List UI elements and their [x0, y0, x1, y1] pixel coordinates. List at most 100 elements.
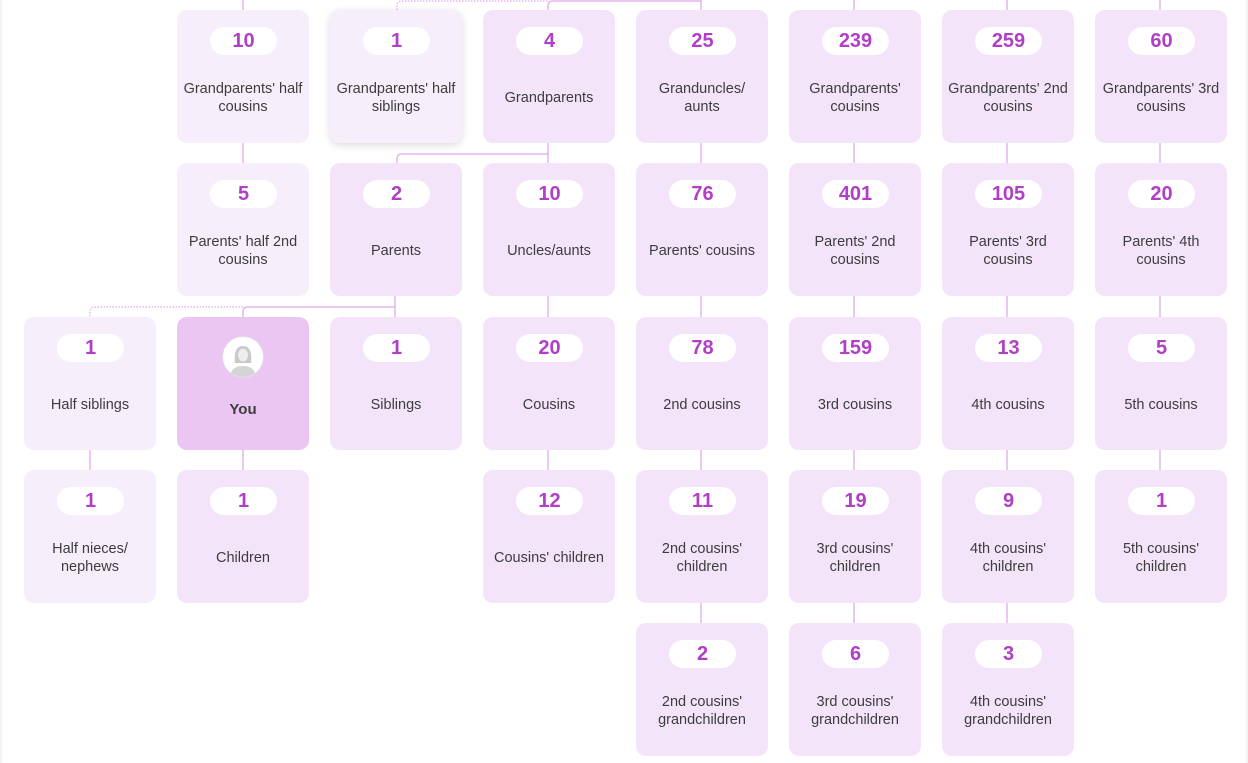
count-badge: 11 — [669, 487, 736, 515]
relationship-label: Parents' cousins — [649, 243, 755, 259]
count-badge: 9 — [975, 487, 1042, 515]
card-children[interactable]: 1 Children — [177, 470, 309, 603]
card-2nd-cousins[interactable]: 78 2nd cousins — [636, 317, 768, 450]
user-avatar-icon — [222, 336, 264, 378]
relationship-label: 5th cousins' children — [1122, 541, 1200, 575]
relationship-label: Half nieces/ nephews — [52, 541, 128, 575]
relationship-label: Siblings — [370, 397, 422, 413]
count-badge: 401 — [822, 180, 889, 208]
count-badge: 20 — [516, 334, 583, 362]
count-badge: 105 — [975, 180, 1042, 208]
count-badge: 25 — [669, 27, 736, 55]
relationship-label: 3rd cousins' grandchildren — [811, 694, 899, 728]
count-badge: 20 — [1128, 180, 1195, 208]
count-badge: 5 — [210, 180, 277, 208]
card-grandparents-3rd-cousins[interactable]: 60 Grandparents' 3rd cousins — [1095, 10, 1227, 143]
relationship-label: Grandparents' half siblings — [336, 81, 456, 115]
card-grandparents-half-cousins[interactable]: 10 Grandparents' half cousins — [177, 10, 309, 143]
count-badge: 6 — [822, 640, 889, 668]
connector-line — [396, 143, 549, 163]
card-grandparents-cousins[interactable]: 239 Grandparents' cousins — [789, 10, 921, 143]
count-badge: 4 — [516, 27, 583, 55]
connector-line — [547, 0, 701, 10]
card-parents-2nd-cousins[interactable]: 401 Parents' 2nd cousins — [789, 163, 921, 296]
card-you[interactable]: You — [177, 317, 309, 450]
card-2nd-cousins-grandchildren[interactable]: 2 2nd cousins' grandchildren — [636, 623, 768, 756]
relationship-label: 2nd cousins — [663, 397, 741, 413]
count-badge: 13 — [975, 334, 1042, 362]
relationship-label: Parents — [371, 243, 421, 259]
card-4th-cousins-children[interactable]: 9 4th cousins' children — [942, 470, 1074, 603]
count-badge: 12 — [516, 487, 583, 515]
card-parents-half-2nd-cousins[interactable]: 5 Parents' half 2nd cousins — [177, 163, 309, 296]
count-badge: 76 — [669, 180, 736, 208]
relationship-label: Parents' 4th cousins — [1122, 234, 1200, 268]
card-parents-3rd-cousins[interactable]: 105 Parents' 3rd cousins — [942, 163, 1074, 296]
card-4th-cousins-grandchildren[interactable]: 3 4th cousins' grandchildren — [942, 623, 1074, 756]
relationship-label: 2nd cousins' children — [661, 541, 743, 575]
relationship-label: 4th cousins' children — [969, 541, 1047, 575]
count-badge: 60 — [1128, 27, 1195, 55]
relationship-label: Grandparents' half cousins — [183, 81, 303, 115]
card-grandparents-2nd-cousins[interactable]: 259 Grandparents' 2nd cousins — [942, 10, 1074, 143]
count-badge: 1 — [1128, 487, 1195, 515]
connector-dotted-line — [396, 0, 548, 10]
left-edge-border — [0, 0, 2, 763]
count-badge: 1 — [57, 334, 124, 362]
count-badge: 239 — [822, 27, 889, 55]
card-parents-cousins[interactable]: 76 Parents' cousins — [636, 163, 768, 296]
card-3rd-cousins[interactable]: 159 3rd cousins — [789, 317, 921, 450]
count-badge: 10 — [210, 27, 277, 55]
card-granduncles-aunts[interactable]: 25 Granduncles/ aunts — [636, 10, 768, 143]
card-parents-4th-cousins[interactable]: 20 Parents' 4th cousins — [1095, 163, 1227, 296]
count-badge: 1 — [210, 487, 277, 515]
card-cousins[interactable]: 20 Cousins — [483, 317, 615, 450]
relationship-label: Half siblings — [50, 397, 130, 413]
count-badge: 5 — [1128, 334, 1195, 362]
card-half-nieces-nephews[interactable]: 1 Half nieces/ nephews — [24, 470, 156, 603]
relationship-label: Cousins' children — [494, 550, 604, 566]
card-uncles-aunts[interactable]: 10 Uncles/aunts — [483, 163, 615, 296]
relationship-label: 3rd cousins' children — [816, 541, 894, 575]
connector-line — [242, 306, 395, 317]
card-cousins-children[interactable]: 12 Cousins' children — [483, 470, 615, 603]
card-5th-cousins[interactable]: 5 5th cousins — [1095, 317, 1227, 450]
you-label: You — [229, 401, 257, 418]
card-2nd-cousins-children[interactable]: 11 2nd cousins' children — [636, 470, 768, 603]
relationship-label: Parents' 3rd cousins — [969, 234, 1047, 268]
relationship-label: 3rd cousins — [817, 397, 893, 413]
card-parents[interactable]: 2 Parents — [330, 163, 462, 296]
card-3rd-cousins-grandchildren[interactable]: 6 3rd cousins' grandchildren — [789, 623, 921, 756]
card-3rd-cousins-children[interactable]: 19 3rd cousins' children — [789, 470, 921, 603]
relationship-label: 4th cousins' grandchildren — [964, 694, 1052, 728]
relationship-label: 4th cousins — [971, 397, 1045, 413]
relationship-label: Children — [216, 550, 270, 566]
relationship-label: Grandparents' cousins — [809, 81, 901, 115]
relationship-label: Grandparents' 3rd cousins — [1102, 81, 1220, 115]
relationship-label: 2nd cousins' grandchildren — [658, 694, 746, 728]
count-badge: 259 — [975, 27, 1042, 55]
relationship-label: Granduncles/ aunts — [658, 81, 746, 115]
card-grandparents[interactable]: 4 Grandparents — [483, 10, 615, 143]
card-siblings[interactable]: 1 Siblings — [330, 317, 462, 450]
count-badge: 159 — [822, 334, 889, 362]
relationship-label: Uncles/aunts — [507, 243, 591, 259]
count-badge: 78 — [669, 334, 736, 362]
count-badge: 19 — [822, 487, 889, 515]
card-4th-cousins[interactable]: 13 4th cousins — [942, 317, 1074, 450]
card-half-siblings[interactable]: 1 Half siblings — [24, 317, 156, 450]
count-badge: 2 — [363, 180, 430, 208]
relationship-label: Parents' half 2nd cousins — [188, 234, 298, 268]
relationship-label: 5th cousins — [1124, 397, 1198, 413]
count-badge: 1 — [363, 334, 430, 362]
count-badge: 3 — [975, 640, 1042, 668]
connector-dotted-line — [89, 306, 243, 317]
relationship-label: Grandparents — [504, 90, 594, 106]
relationship-label: Parents' 2nd cousins — [814, 234, 896, 268]
count-badge: 1 — [363, 27, 430, 55]
card-grandparents-half-siblings[interactable]: 1 Grandparents' half siblings — [330, 10, 462, 143]
card-5th-cousins-children[interactable]: 1 5th cousins' children — [1095, 470, 1227, 603]
relationship-label: Cousins — [522, 397, 576, 413]
count-badge: 10 — [516, 180, 583, 208]
count-badge: 2 — [669, 640, 736, 668]
